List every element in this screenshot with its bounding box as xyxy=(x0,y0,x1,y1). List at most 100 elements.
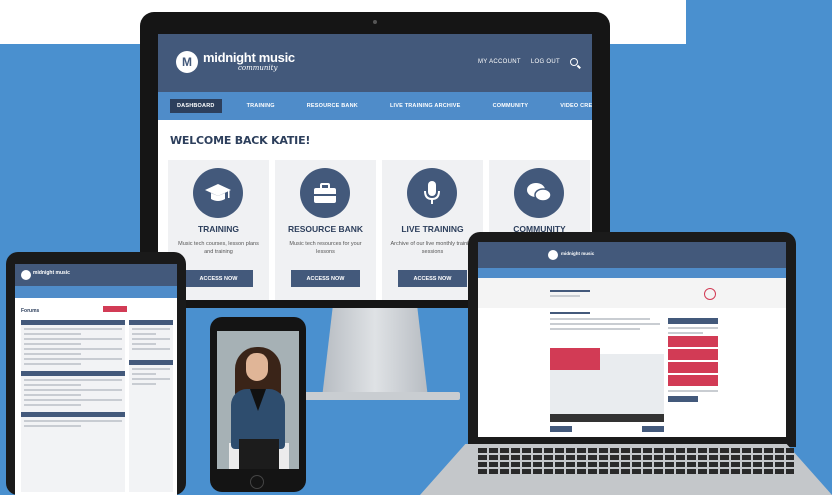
card-title: LIVE TRAINING xyxy=(401,224,464,234)
tablet-header: midnight music xyxy=(15,264,177,286)
list-item[interactable] xyxy=(24,353,82,355)
key-row xyxy=(478,469,794,474)
access-now-button[interactable]: ACCESS NOW xyxy=(184,270,253,287)
list-item[interactable] xyxy=(24,425,82,427)
download-button[interactable] xyxy=(668,396,698,402)
card-description: Music tech resources for your lessons xyxy=(289,241,362,255)
sidebar-bar xyxy=(129,320,173,325)
list-item[interactable] xyxy=(24,348,122,350)
list-item[interactable] xyxy=(24,394,82,396)
brand-subtitle: community xyxy=(238,64,278,72)
phone-screen xyxy=(217,331,299,469)
brand-name[interactable]: midnight music xyxy=(561,251,594,256)
video-controls[interactable] xyxy=(550,414,664,422)
laptop-nav xyxy=(478,268,786,278)
person-face xyxy=(246,353,268,381)
text-line xyxy=(668,327,718,329)
key-row xyxy=(478,462,794,467)
card-title: TRAINING xyxy=(197,224,240,234)
access-now-button[interactable]: ACCESS NOW xyxy=(291,270,360,287)
lesson-item[interactable] xyxy=(668,375,718,386)
list-item[interactable] xyxy=(132,373,157,375)
forum-section-bar xyxy=(21,371,125,376)
key-row xyxy=(478,455,794,460)
access-now-button[interactable]: ACCESS NOW xyxy=(398,270,467,287)
tablet-nav xyxy=(15,286,177,298)
nav-live-training-archive[interactable]: LIVE TRAINING ARCHIVE xyxy=(383,99,468,113)
main-nav: DASHBOARD TRAINING RESOURCE BANK LIVE TR… xyxy=(158,92,592,120)
text-line xyxy=(550,328,640,330)
brand-logo-icon[interactable] xyxy=(548,250,558,260)
nav-resource-bank[interactable]: RESOURCE BANK xyxy=(300,99,365,113)
brand-logo-icon[interactable]: M xyxy=(176,51,198,73)
card-description: Archive of our live monthly training ses… xyxy=(390,241,475,255)
text-line xyxy=(668,332,703,334)
module-subtitle xyxy=(550,295,580,297)
laptop-device: midnight music xyxy=(468,232,796,447)
briefcase-icon[interactable] xyxy=(300,168,350,218)
tablet-device: midnight music Forums xyxy=(6,252,186,495)
list-item[interactable] xyxy=(24,363,82,365)
nav-dashboard[interactable]: DASHBOARD xyxy=(170,99,222,113)
home-button[interactable] xyxy=(250,475,264,489)
nav-community[interactable]: COMMUNITY xyxy=(486,99,536,113)
phone-device xyxy=(210,317,306,492)
search-icon[interactable] xyxy=(570,58,578,66)
list-item[interactable] xyxy=(132,368,170,370)
log-out-link[interactable]: LOG OUT xyxy=(531,59,560,65)
list-item[interactable] xyxy=(24,338,122,340)
microphone-icon[interactable] xyxy=(407,168,457,218)
graduation-cap-icon[interactable] xyxy=(193,168,243,218)
my-account-link[interactable]: MY ACCOUNT xyxy=(478,59,521,65)
list-item[interactable] xyxy=(24,420,122,422)
tablet-screen: midnight music Forums xyxy=(15,264,177,495)
forum-section-bar xyxy=(21,320,125,325)
list-item[interactable] xyxy=(24,384,82,386)
sidebar-bar xyxy=(129,360,173,365)
list-item[interactable] xyxy=(24,389,122,391)
list-item[interactable] xyxy=(24,358,122,360)
list-item[interactable] xyxy=(132,328,170,330)
text-line xyxy=(550,318,650,320)
brand-logo-icon[interactable] xyxy=(21,270,31,280)
list-item[interactable] xyxy=(24,328,122,330)
nav-video-creation-course[interactable]: VIDEO CREATION COURSE xyxy=(553,99,592,113)
forum-section-bar xyxy=(21,412,125,417)
new-topic-button[interactable] xyxy=(103,306,127,312)
monitor-stand xyxy=(322,308,428,398)
about-module-heading xyxy=(550,312,590,314)
monitor-stand-base xyxy=(290,392,460,400)
nav-training[interactable]: TRAINING xyxy=(240,99,282,113)
card-title: RESOURCE BANK xyxy=(287,224,364,234)
list-item[interactable] xyxy=(132,383,157,385)
keyboard xyxy=(478,448,794,478)
list-item[interactable] xyxy=(24,379,122,381)
lesson-item[interactable] xyxy=(668,336,718,347)
list-item[interactable] xyxy=(132,338,170,340)
chat-bubbles-icon[interactable] xyxy=(514,168,564,218)
next-button[interactable] xyxy=(642,426,664,432)
list-item[interactable] xyxy=(132,333,157,335)
module-banner xyxy=(478,278,786,308)
lesson-item[interactable] xyxy=(668,362,718,373)
text-line xyxy=(550,323,660,325)
laptop-header: midnight music xyxy=(478,242,786,268)
list-item[interactable] xyxy=(132,343,157,345)
list-item[interactable] xyxy=(24,404,82,406)
sidebar-heading xyxy=(668,318,718,324)
list-item[interactable] xyxy=(132,348,170,350)
list-item[interactable] xyxy=(132,378,170,380)
welcome-heading: WELCOME BACK KATIE! xyxy=(170,134,311,147)
progress-badge-icon xyxy=(704,288,716,300)
forums-heading: Forums xyxy=(21,308,40,314)
list-item[interactable] xyxy=(24,333,82,335)
header-links: MY ACCOUNT LOG OUT xyxy=(478,58,578,66)
camera-dot xyxy=(373,20,377,24)
previous-button[interactable] xyxy=(550,426,572,432)
lesson-item[interactable] xyxy=(668,349,718,360)
brand-name[interactable]: midnight music xyxy=(203,50,295,65)
list-item[interactable] xyxy=(24,399,122,401)
brand-name[interactable]: midnight music xyxy=(33,270,70,276)
forum-list xyxy=(21,320,125,492)
list-item[interactable] xyxy=(24,343,82,345)
